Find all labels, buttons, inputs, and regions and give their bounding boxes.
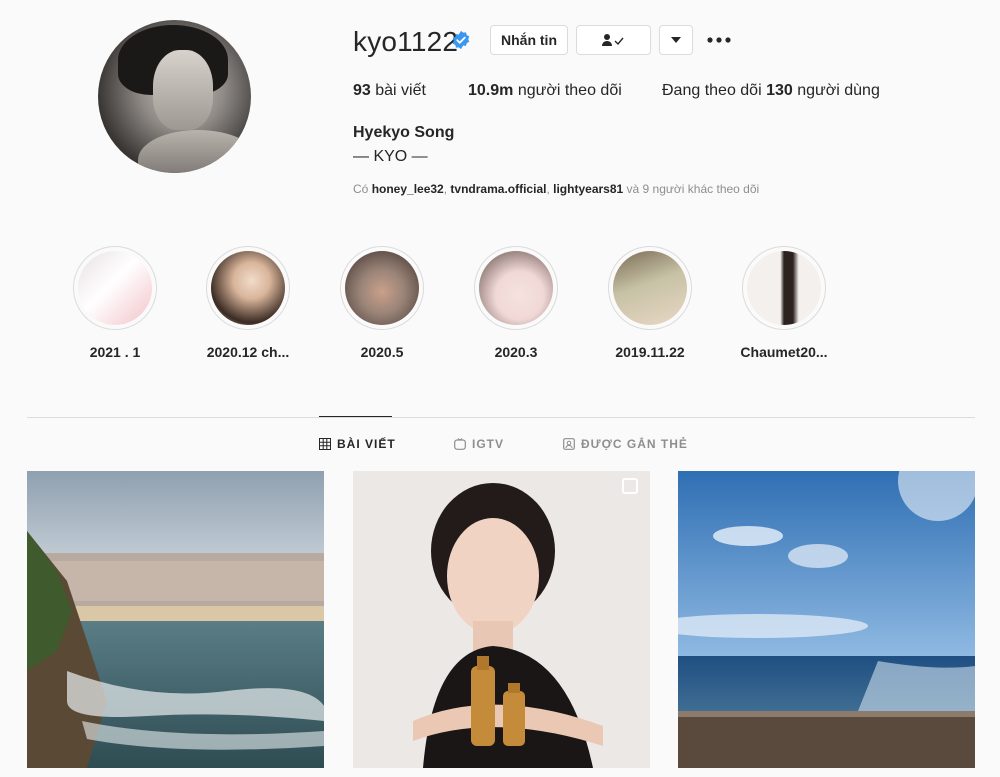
- highlight-ring: [608, 246, 692, 330]
- profile-username: kyo1122: [353, 26, 459, 57]
- highlight-thumbnail: [345, 251, 419, 325]
- tab-tagged[interactable]: ĐƯỢC GẮN THẺ: [563, 437, 688, 451]
- avatar-shoulder: [138, 130, 251, 173]
- highlight-label: 2019.11.22: [615, 344, 685, 360]
- followed-by-prefix: Có: [353, 182, 369, 196]
- tab-label: BÀI VIẾT: [337, 437, 396, 451]
- tabs-divider: [27, 417, 975, 418]
- message-button[interactable]: Nhắn tin: [490, 25, 568, 55]
- highlight-label: 2020.12 ch...: [206, 344, 290, 360]
- post-thumbnail[interactable]: [678, 471, 975, 768]
- grid-icon: [319, 438, 331, 450]
- highlight-thumbnail: [613, 251, 687, 325]
- followers-count: 10.9m: [468, 82, 514, 99]
- story-highlight[interactable]: 2020.5: [337, 246, 427, 360]
- following-prefix: Đang theo dõi: [662, 82, 762, 99]
- story-highlight[interactable]: 2020.3: [471, 246, 561, 360]
- tab-label: ĐƯỢC GẮN THẺ: [581, 437, 688, 451]
- story-highlight[interactable]: 2020.12 ch...: [203, 246, 293, 360]
- highlight-label: 2021 . 1: [89, 344, 141, 360]
- profile-bio: — KYO —: [353, 148, 428, 165]
- active-tab-indicator: [319, 416, 392, 417]
- highlight-label: 2020.3: [494, 344, 538, 360]
- caret-down-icon: [671, 37, 681, 43]
- verified-badge-icon: [452, 30, 470, 50]
- following-label: người dùng: [797, 82, 880, 99]
- highlight-thumbnail: [479, 251, 553, 325]
- followers-stat[interactable]: 10.9m người theo dõi: [468, 82, 622, 100]
- highlight-ring: [206, 246, 290, 330]
- highlight-label: 2020.5: [360, 344, 404, 360]
- tab-posts[interactable]: BÀI VIẾT: [319, 437, 396, 451]
- posts-count: 93: [353, 82, 371, 99]
- highlight-thumbnail: [211, 251, 285, 325]
- post-image-coast: [27, 471, 324, 768]
- post-image-portrait: [353, 471, 650, 768]
- highlight-thumbnail: [747, 251, 821, 325]
- highlight-ring: [73, 246, 157, 330]
- tab-label: IGTV: [472, 437, 505, 451]
- tab-igtv[interactable]: IGTV: [454, 437, 504, 451]
- highlight-ring: [340, 246, 424, 330]
- followed-by-user[interactable]: lightyears81: [553, 182, 623, 196]
- tagged-icon: [563, 438, 575, 450]
- followed-by-line[interactable]: Có honey_lee32, tvndrama.official, light…: [353, 182, 759, 196]
- followed-by-user[interactable]: tvndrama.official: [450, 182, 546, 196]
- story-highlight[interactable]: Chaumet20...: [739, 246, 829, 360]
- person-check-icon: [601, 34, 624, 46]
- following-stat[interactable]: Đang theo dõi 130 người dùng: [662, 82, 880, 100]
- highlight-thumbnail: [78, 251, 152, 325]
- story-highlight[interactable]: 2019.11.22: [605, 246, 695, 360]
- suggestions-caret-button[interactable]: [659, 25, 693, 55]
- story-highlight[interactable]: 2021 . 1: [70, 246, 160, 360]
- post-thumbnail[interactable]: [27, 471, 324, 768]
- post-thumbnail[interactable]: [353, 471, 650, 768]
- profile-avatar[interactable]: [98, 20, 251, 173]
- igtv-icon: [454, 438, 466, 450]
- more-dots-icon[interactable]: [706, 30, 732, 50]
- following-count: 130: [766, 82, 793, 99]
- followed-by-user[interactable]: honey_lee32: [372, 182, 444, 196]
- post-image-beach: [678, 471, 975, 768]
- posts-stat: 93 bài viết: [353, 82, 426, 100]
- avatar-face: [153, 50, 213, 130]
- highlight-ring: [474, 246, 558, 330]
- profile-full-name: Hyekyo Song: [353, 124, 455, 141]
- highlight-ring: [742, 246, 826, 330]
- followers-label: người theo dõi: [517, 82, 622, 99]
- followed-by-suffix: và 9 người khác theo dõi: [626, 182, 760, 196]
- following-button[interactable]: [576, 25, 651, 55]
- posts-label: bài viết: [375, 82, 426, 99]
- highlight-label: Chaumet20...: [740, 344, 828, 360]
